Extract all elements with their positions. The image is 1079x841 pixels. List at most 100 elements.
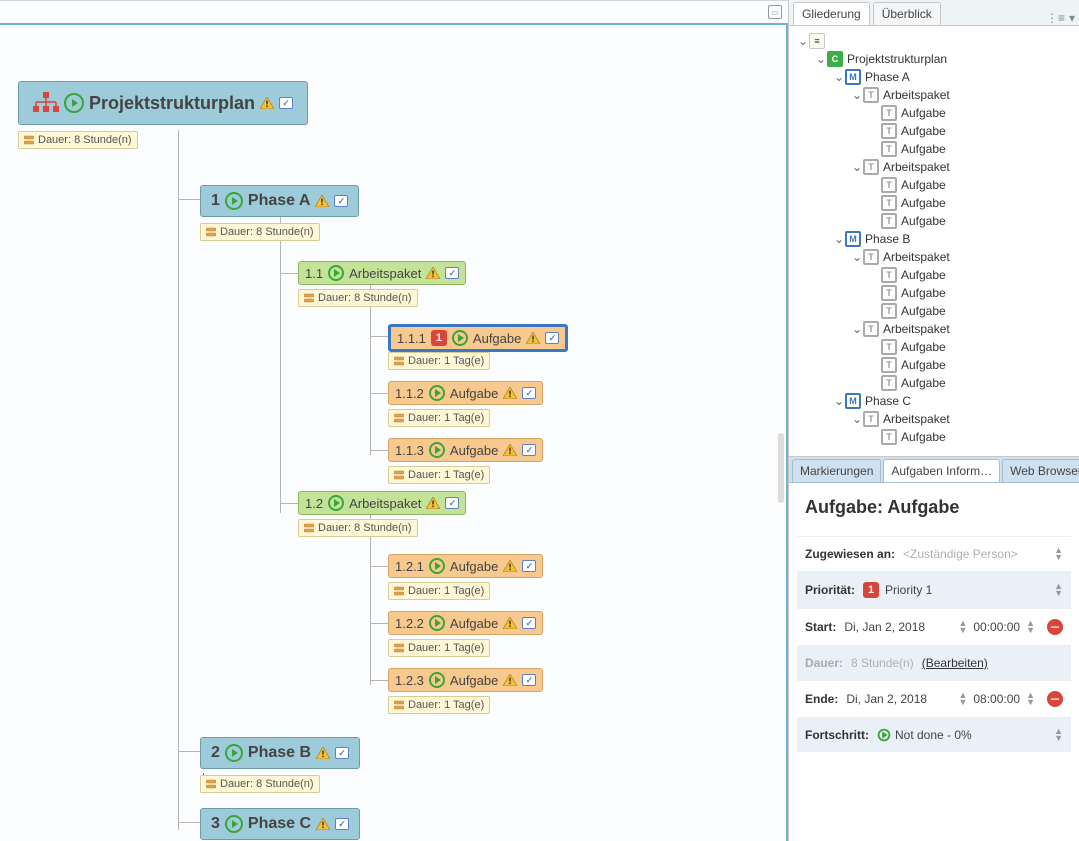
status-icon: [429, 672, 445, 688]
outline-item[interactable]: ⌄TArbeitspaket: [789, 320, 1079, 338]
start-time[interactable]: 00:00:00: [973, 620, 1020, 634]
tab-overview[interactable]: Überblick: [873, 2, 941, 25]
segment-icon: [394, 413, 404, 423]
outline-item[interactable]: TAufgabe: [789, 140, 1079, 158]
tree-caret-icon[interactable]: ⌄: [833, 394, 845, 408]
tab-options-icon[interactable]: ⋮≡: [1046, 11, 1065, 25]
priority-value[interactable]: Priority 1: [885, 583, 932, 597]
node-number: 1: [211, 192, 220, 210]
panel-toggle-icon[interactable]: ▭: [768, 5, 782, 19]
status-icon: [429, 615, 445, 631]
duration-box: Dauer: 1 Tag(e): [388, 639, 490, 657]
outline-item[interactable]: TAufgabe: [789, 104, 1079, 122]
tree-label: Phase A: [865, 70, 910, 84]
outline-item[interactable]: T Aufgabe: [789, 194, 1079, 212]
tree-caret-icon[interactable]: ⌄: [851, 322, 863, 336]
stepper-icon[interactable]: [1054, 728, 1063, 742]
tree-type-icon: T: [881, 213, 897, 229]
tree-type-icon: T: [881, 195, 897, 211]
tab-taskinfo[interactable]: Aufgaben Inform…: [883, 459, 1000, 482]
end-label: Ende:: [805, 692, 838, 706]
tab-markings[interactable]: Markierungen: [792, 459, 881, 482]
outline-item[interactable]: TAufgabe: [789, 122, 1079, 140]
outline-item[interactable]: ⌄M Phase A: [789, 68, 1079, 86]
outline-item[interactable]: TAufgabe: [789, 338, 1079, 356]
duration-box: Dauer: 1 Tag(e): [388, 352, 490, 370]
tree-caret-icon[interactable]: ⌄: [851, 412, 863, 426]
outline-item[interactable]: ⌄CProjektstrukturplan: [789, 50, 1079, 68]
phase-node[interactable]: 2Phase B✓: [200, 737, 360, 769]
tree-type-icon: M: [845, 231, 861, 247]
outline-item[interactable]: ⌄MPhase C: [789, 392, 1079, 410]
end-date[interactable]: Di, Jan 2, 2018: [846, 692, 927, 706]
workpackage-node[interactable]: 1.1Arbeitspaket✓: [298, 261, 466, 285]
outline-item[interactable]: TAufgabe: [789, 176, 1079, 194]
tree-caret-icon[interactable]: ⌄: [815, 52, 827, 66]
task-node[interactable]: 1.1.2Aufgabe✓: [388, 381, 543, 405]
outline-item[interactable]: TAufgabe: [789, 266, 1079, 284]
outline-item[interactable]: TAufgabe: [789, 302, 1079, 320]
tree-label: Arbeitspaket: [883, 412, 950, 426]
stepper-icon[interactable]: [958, 692, 967, 706]
outline-item[interactable]: ⌄TArbeitspaket: [789, 410, 1079, 428]
tab-webbrowser[interactable]: Web Browser: [1002, 459, 1079, 482]
flag-icon: ✓: [545, 332, 559, 344]
flag-icon: ✓: [279, 97, 293, 109]
tree-caret-icon[interactable]: ⌄: [851, 88, 863, 102]
flag-icon: ✓: [335, 747, 349, 759]
node-number: 1.2.3: [395, 673, 424, 688]
workpackage-node[interactable]: 1.2Arbeitspaket✓: [298, 491, 466, 515]
diagram-pane[interactable]: ▭ Projektstrukturplan✓ Dauer: 8 Stunde(n)…: [0, 0, 788, 841]
tree-label: Aufgabe: [901, 178, 946, 192]
outline-tree[interactable]: ⌄≡⌄CProjektstrukturplan⌄MPhase A⌄TArbeit…: [789, 26, 1079, 456]
stepper-icon[interactable]: [958, 620, 967, 634]
node-label: Arbeitspaket: [349, 496, 421, 511]
right-panel: Gliederung Überblick ⋮≡ ▾ ⌄≡⌄CProjektstr…: [788, 0, 1079, 841]
task-node[interactable]: 1.2.2Aufgabe✓: [388, 611, 543, 635]
tree-caret-icon[interactable]: ⌄: [851, 250, 863, 264]
tree-type-icon: T: [881, 303, 897, 319]
tree-caret-icon[interactable]: ⌄: [851, 160, 863, 174]
root-node[interactable]: Projektstrukturplan✓: [18, 81, 308, 125]
clear-start-button[interactable]: －: [1047, 619, 1063, 635]
task-node[interactable]: 1.2.1Aufgabe✓: [388, 554, 543, 578]
outline-item[interactable]: TAufgabe: [789, 212, 1079, 230]
end-time[interactable]: 08:00:00: [973, 692, 1020, 706]
outline-item[interactable]: TAufgabe: [789, 374, 1079, 392]
duration-edit-link[interactable]: (Bearbeiten): [922, 656, 988, 670]
tree-type-icon: M: [845, 69, 861, 85]
tree-caret-icon[interactable]: ⌄: [797, 34, 809, 48]
phase-node[interactable]: 3Phase C✓: [200, 808, 360, 840]
tree-label: Aufgabe: [901, 196, 946, 210]
outline-item[interactable]: TAufgabe: [789, 356, 1079, 374]
node-number: 1.1.3: [395, 443, 424, 458]
clear-end-button[interactable]: －: [1047, 691, 1063, 707]
task-node[interactable]: 1.1.3Aufgabe✓: [388, 438, 543, 462]
tree-caret-icon[interactable]: ⌄: [833, 232, 845, 246]
outline-item[interactable]: ⌄TArbeitspaket: [789, 248, 1079, 266]
progress-value[interactable]: Not done - 0%: [895, 728, 972, 742]
outline-item[interactable]: ⌄TArbeitspaket: [789, 158, 1079, 176]
assigned-value[interactable]: <Zuständige Person>: [903, 547, 1018, 561]
stepper-icon[interactable]: [1026, 620, 1035, 634]
stepper-icon[interactable]: [1054, 547, 1063, 561]
outline-item[interactable]: ⌄MPhase B: [789, 230, 1079, 248]
outline-item[interactable]: ⌄TArbeitspaket: [789, 86, 1079, 104]
status-icon: [225, 192, 243, 210]
task-node[interactable]: 1.1.11Aufgabe✓: [388, 324, 568, 352]
scrollbar[interactable]: [778, 433, 784, 503]
stepper-icon[interactable]: [1054, 583, 1063, 597]
phase-node[interactable]: 1Phase A✓: [200, 185, 359, 217]
outline-item[interactable]: ⌄≡: [789, 32, 1079, 50]
outline-item[interactable]: TAufgabe: [789, 428, 1079, 446]
tree-caret-icon[interactable]: ⌄: [833, 70, 845, 84]
tree-label: Phase C: [865, 394, 911, 408]
start-date[interactable]: Di, Jan 2, 2018: [844, 620, 925, 634]
stepper-icon[interactable]: [1026, 692, 1035, 706]
tab-dropdown-icon[interactable]: ▾: [1069, 11, 1075, 25]
tab-outline[interactable]: Gliederung: [793, 2, 870, 25]
duration-box: Dauer: 8 Stunde(n): [18, 131, 138, 149]
tree-type-icon: T: [881, 357, 897, 373]
task-node[interactable]: 1.2.3Aufgabe✓: [388, 668, 543, 692]
outline-item[interactable]: TAufgabe: [789, 284, 1079, 302]
